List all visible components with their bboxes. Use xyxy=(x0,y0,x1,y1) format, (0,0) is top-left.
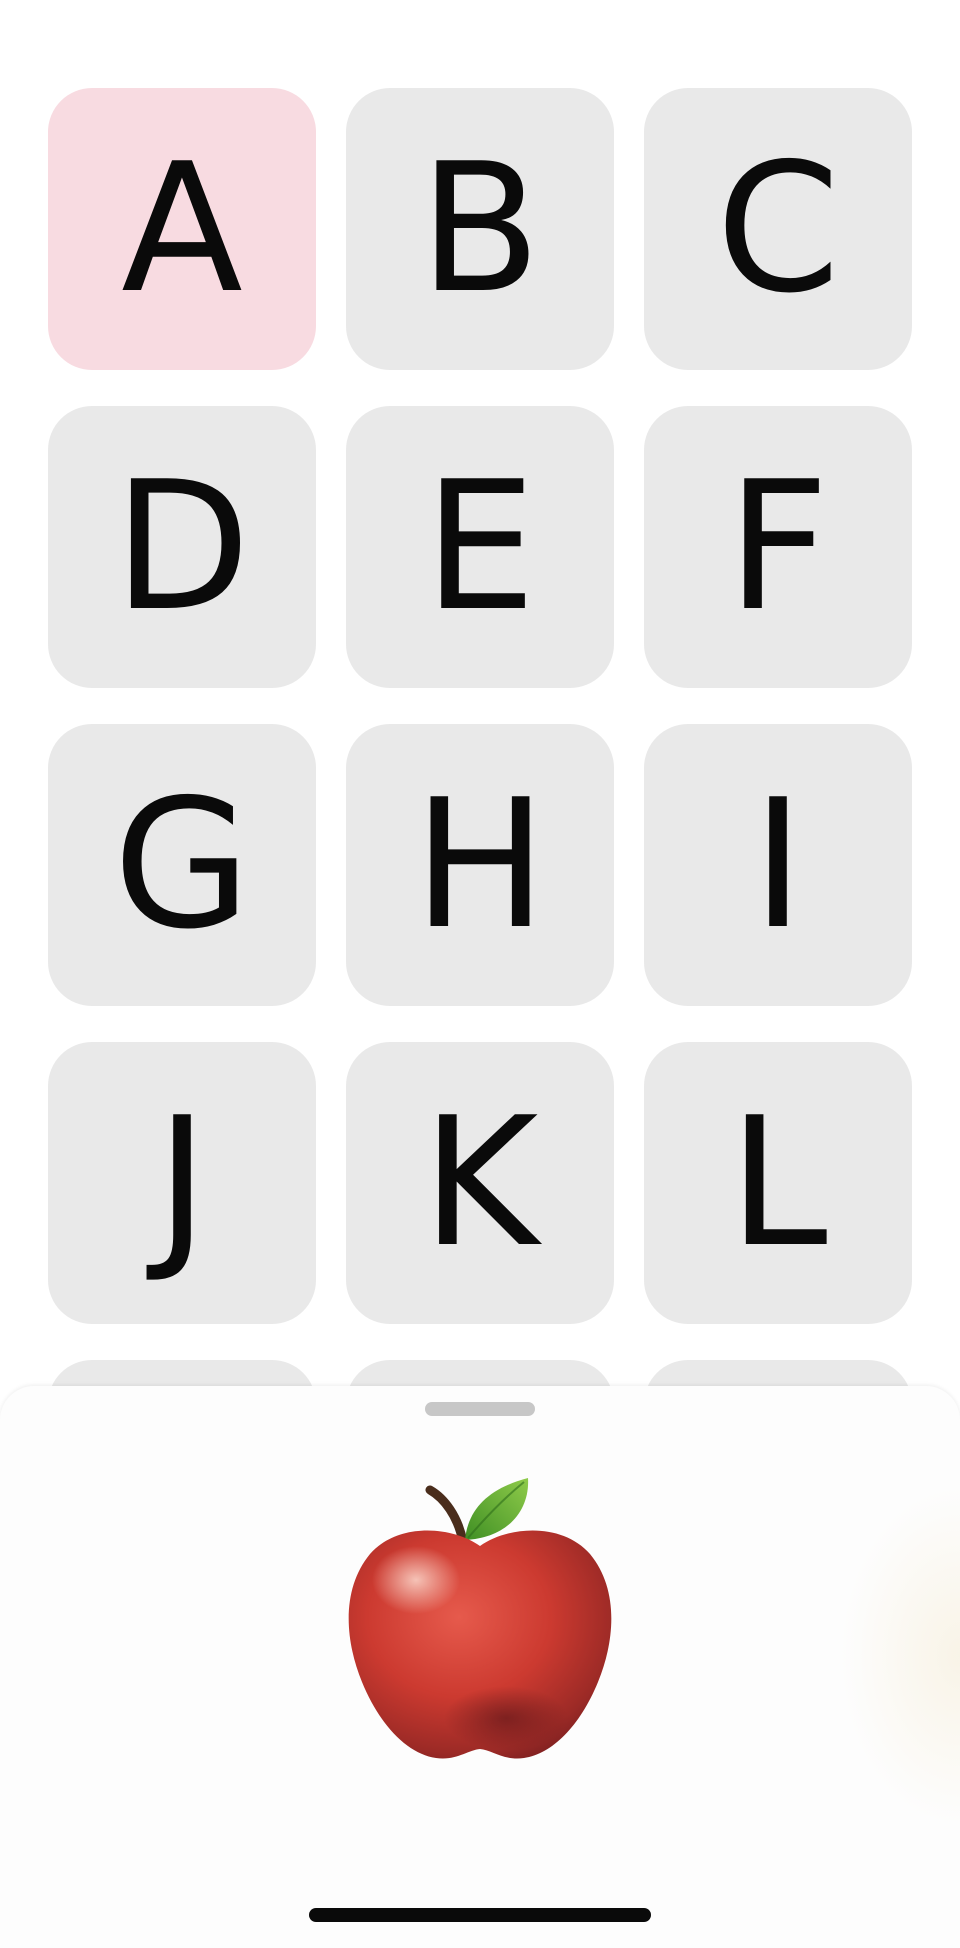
letter-tile-k[interactable]: K xyxy=(346,1042,614,1324)
letter-label: J xyxy=(155,1079,209,1286)
letter-tile-f[interactable]: F xyxy=(644,406,912,688)
letter-tile-j[interactable]: J xyxy=(48,1042,316,1324)
edge-glow-decoration xyxy=(840,1486,960,1826)
letter-label: G xyxy=(113,761,251,968)
letter-tile-d[interactable]: D xyxy=(48,406,316,688)
letter-tile-i[interactable]: I xyxy=(644,724,912,1006)
letter-label: A xyxy=(121,125,243,332)
letter-tile-h[interactable]: H xyxy=(346,724,614,1006)
letter-tile-g[interactable]: G xyxy=(48,724,316,1006)
letter-label: D xyxy=(113,443,251,650)
home-indicator[interactable] xyxy=(309,1908,651,1922)
bottom-sheet[interactable] xyxy=(0,1386,960,1948)
letter-label: F xyxy=(726,443,830,650)
letter-label: K xyxy=(421,1079,539,1286)
letter-tile-l[interactable]: L xyxy=(644,1042,912,1324)
letter-label: H xyxy=(413,761,547,968)
red-apple-icon xyxy=(348,1478,612,1759)
letter-label: L xyxy=(728,1079,828,1286)
sheet-grabber-handle[interactable] xyxy=(425,1402,535,1416)
letter-tile-e[interactable]: E xyxy=(346,406,614,688)
letter-label: E xyxy=(423,443,537,650)
letter-label: B xyxy=(418,125,542,332)
letter-label: I xyxy=(751,761,805,968)
letter-tile-a[interactable]: A xyxy=(48,88,316,370)
letter-tile-c[interactable]: C xyxy=(644,88,912,370)
letter-grid: A B C D E F G H I J K L xyxy=(48,88,914,1324)
letter-label: C xyxy=(715,125,841,332)
letter-tile-b[interactable]: B xyxy=(346,88,614,370)
